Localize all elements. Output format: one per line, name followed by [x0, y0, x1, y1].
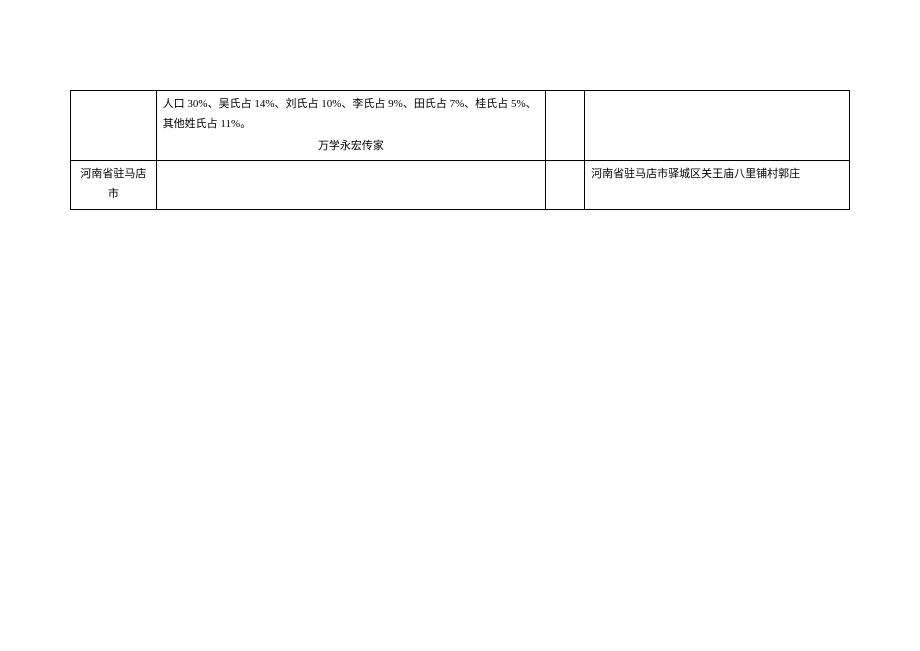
cell-text: 河南省驻马店市驿城区关王庙八里铺村郭庄	[591, 168, 800, 180]
cell-r2-c4: 河南省驻马店市驿城区关王庙八里铺村郭庄	[585, 161, 850, 210]
cell-r1-c4	[585, 91, 850, 161]
data-table: 人口 30%、吴氏占 14%、刘氏占 10%、李氏占 9%、田氏占 7%、桂氏占…	[70, 90, 850, 210]
cell-signature: 万学永宏传家	[163, 137, 540, 157]
cell-r2-c3	[546, 161, 585, 210]
cell-r1-c3	[546, 91, 585, 161]
cell-r1-c1	[71, 91, 157, 161]
cell-r1-c2: 人口 30%、吴氏占 14%、刘氏占 10%、李氏占 9%、田氏占 7%、桂氏占…	[156, 91, 546, 161]
document-table-container: 人口 30%、吴氏占 14%、刘氏占 10%、李氏占 9%、田氏占 7%、桂氏占…	[70, 90, 850, 210]
table-row: 人口 30%、吴氏占 14%、刘氏占 10%、李氏占 9%、田氏占 7%、桂氏占…	[71, 91, 850, 161]
cell-text: 河南省驻马店市	[80, 168, 146, 200]
table-row: 河南省驻马店市 河南省驻马店市驿城区关王庙八里铺村郭庄	[71, 161, 850, 210]
cell-text-line1: 人口 30%、吴氏占 14%、刘氏占 10%、李氏占 9%、田氏占 7%、桂氏占…	[163, 98, 537, 130]
cell-r2-c1: 河南省驻马店市	[71, 161, 157, 210]
cell-r2-c2	[156, 161, 546, 210]
